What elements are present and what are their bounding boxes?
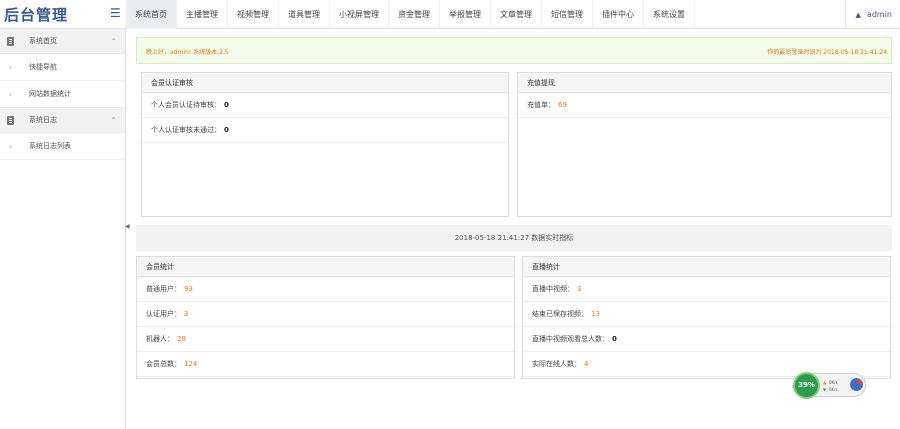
list-item: 直播中视频： 3 [523,277,890,302]
chevron-right-icon: › [9,142,13,151]
chevron-up-icon: ⌃ [110,37,117,46]
row-value: 0 [224,101,229,109]
list-item: 会员总数： 124 [137,352,514,377]
list-item: 结束已保存视频： 13 [523,302,890,327]
sidebar-group-logs[interactable]: 系统日志 ⌃ [0,108,125,133]
sidebar-item-label: 网站数据统计 [29,90,71,98]
row-value: 0 [612,335,617,343]
sidebar-item-label: 系统日志列表 [29,142,71,150]
sidebar-item-quick-nav[interactable]: › 快捷导航 [0,54,125,81]
nav-item-videos[interactable]: 视频管理 [228,0,279,29]
live-stats-panel: 直播统计 直播中视频： 3 结束已保存视频： 13 直播中视频观看总人数： 0 实际在… [522,256,891,379]
nav-item-props[interactable]: 道具管理 [279,0,330,29]
nav-item-short-videos[interactable]: 小视屏管理 [330,0,389,29]
row-value: 3 [184,310,189,318]
row-label: 充值单： [527,101,555,109]
app-title[interactable]: 后台管理 [4,4,68,25]
arrow-down-icon: ▼ [823,387,827,392]
panel-title: 直播统计 [523,257,890,277]
nav-item-plugins[interactable]: 插件中心 [593,0,644,29]
nav-item-anchors[interactable]: 主播管理 [177,0,228,29]
row-label: 直播中视频观看总人数： [532,335,609,343]
row-value: 124 [184,360,198,368]
list-item: 机器人： 28 [137,327,514,352]
menu-toggle-icon[interactable]: ☰ [110,6,121,20]
chevron-right-icon: › [9,90,13,99]
row-value: 4 [584,360,589,368]
member-audit-panel: 会员认证审核 个人会员认证待审核： 0 个人认证审核未通过： 0 [141,72,509,217]
welcome-message: 晚上好，admin! 系统版本:2.5 [146,49,229,56]
row-value: 0 [224,126,229,134]
row-label: 认证用户： [146,310,181,318]
row-value: 13 [591,310,600,318]
realtime-indicator-bar: 2018-05-18 21:41:27 数据实时指标 [136,225,892,251]
row-label: 个人认证审核未通过： [151,126,221,134]
nav-item-reports[interactable]: 举报管理 [440,0,491,29]
chevron-right-icon: › [9,63,13,72]
list-item: 个人认证审核未通过： 0 [142,118,508,143]
list-item: 直播中视频观看总人数： 0 [523,327,890,352]
welcome-banner: 晚上好，admin! 系统版本:2.5 你的最后登录时间为 2018-05-18… [136,37,892,64]
recharge-panel: 充值提现 充值单： 69 [517,72,892,217]
list-item: 普通用户： 93 [137,277,514,302]
memory-usage-badge[interactable]: 39% [793,372,820,399]
list-item: 充值单： 69 [518,93,891,118]
row-value: 3 [577,285,582,293]
panel-title: 充值提现 [518,73,891,93]
nav-item-funds[interactable]: 资金管理 [389,0,440,29]
last-login-info: 你的最后登录时间为 2018-05-18 21:41:24 [767,49,887,56]
member-stats-panel: 会员统计 普通用户： 93 认证用户： 3 机器人： 28 会员总数： 124 [136,256,515,379]
upload-speed: 0K/s [829,380,838,385]
user-menu[interactable]: ▲ admin [844,0,892,29]
sidebar: 系统首页 ⌃ › 快捷导航 › 网站数据统计 系统日志 ⌃ › 系统日志列表 [0,29,126,429]
chevron-up-icon: ⌃ [110,116,117,125]
panel-title: 会员认证审核 [142,73,508,93]
nav-item-sms[interactable]: 短信管理 [542,0,593,29]
top-bar: 后台管理 ☰ 系统首页 主播管理 视频管理 道具管理 小视屏管理 资金管理 举报… [0,0,900,29]
sidebar-item-site-stats[interactable]: › 网站数据统计 [0,81,125,108]
row-label: 机器人： [146,335,174,343]
accelerator-ball-icon[interactable] [849,377,864,392]
sidebar-group-home[interactable]: 系统首页 ⌃ [0,29,125,54]
list-item: 个人会员认证待审核： 0 [142,93,508,118]
nav-item-articles[interactable]: 文章管理 [491,0,542,29]
row-value: 28 [177,335,186,343]
panel-title: 会员统计 [137,257,514,277]
document-icon [7,37,14,46]
sidebar-item-label: 快捷导航 [29,63,57,71]
row-label: 结束已保存视频： [532,310,588,318]
nav-item-home[interactable]: 系统首页 [126,0,177,29]
network-speed-widget[interactable]: 39% ▲ 0K/s ▼ 0K/s [793,372,866,399]
user-name: admin [866,10,892,19]
sidebar-collapse-handle[interactable]: ◀ [125,223,130,231]
triangle-up-icon: ▲ [855,11,861,19]
row-label: 普通用户： [146,285,181,293]
sidebar-group-label: 系统日志 [29,116,57,124]
document-icon [7,116,14,125]
row-label: 会员总数： [146,360,181,368]
list-item: 认证用户： 3 [137,302,514,327]
main-content: 晚上好，admin! 系统版本:2.5 你的最后登录时间为 2018-05-18… [136,29,892,429]
row-value: 93 [184,285,193,293]
sidebar-group-label: 系统首页 [29,37,57,45]
sidebar-item-log-list[interactable]: › 系统日志列表 [0,133,125,160]
row-label: 直播中视频： [532,285,574,293]
arrow-up-icon: ▲ [823,380,827,385]
row-label: 实际在线人数： [532,360,581,368]
download-speed: 0K/s [829,387,838,392]
row-value: 69 [558,101,567,109]
main-nav: 系统首页 主播管理 视频管理 道具管理 小视屏管理 资金管理 举报管理 文章管理… [126,0,695,29]
row-label: 个人会员认证待审核： [151,101,221,109]
nav-item-settings[interactable]: 系统设置 [644,0,695,29]
